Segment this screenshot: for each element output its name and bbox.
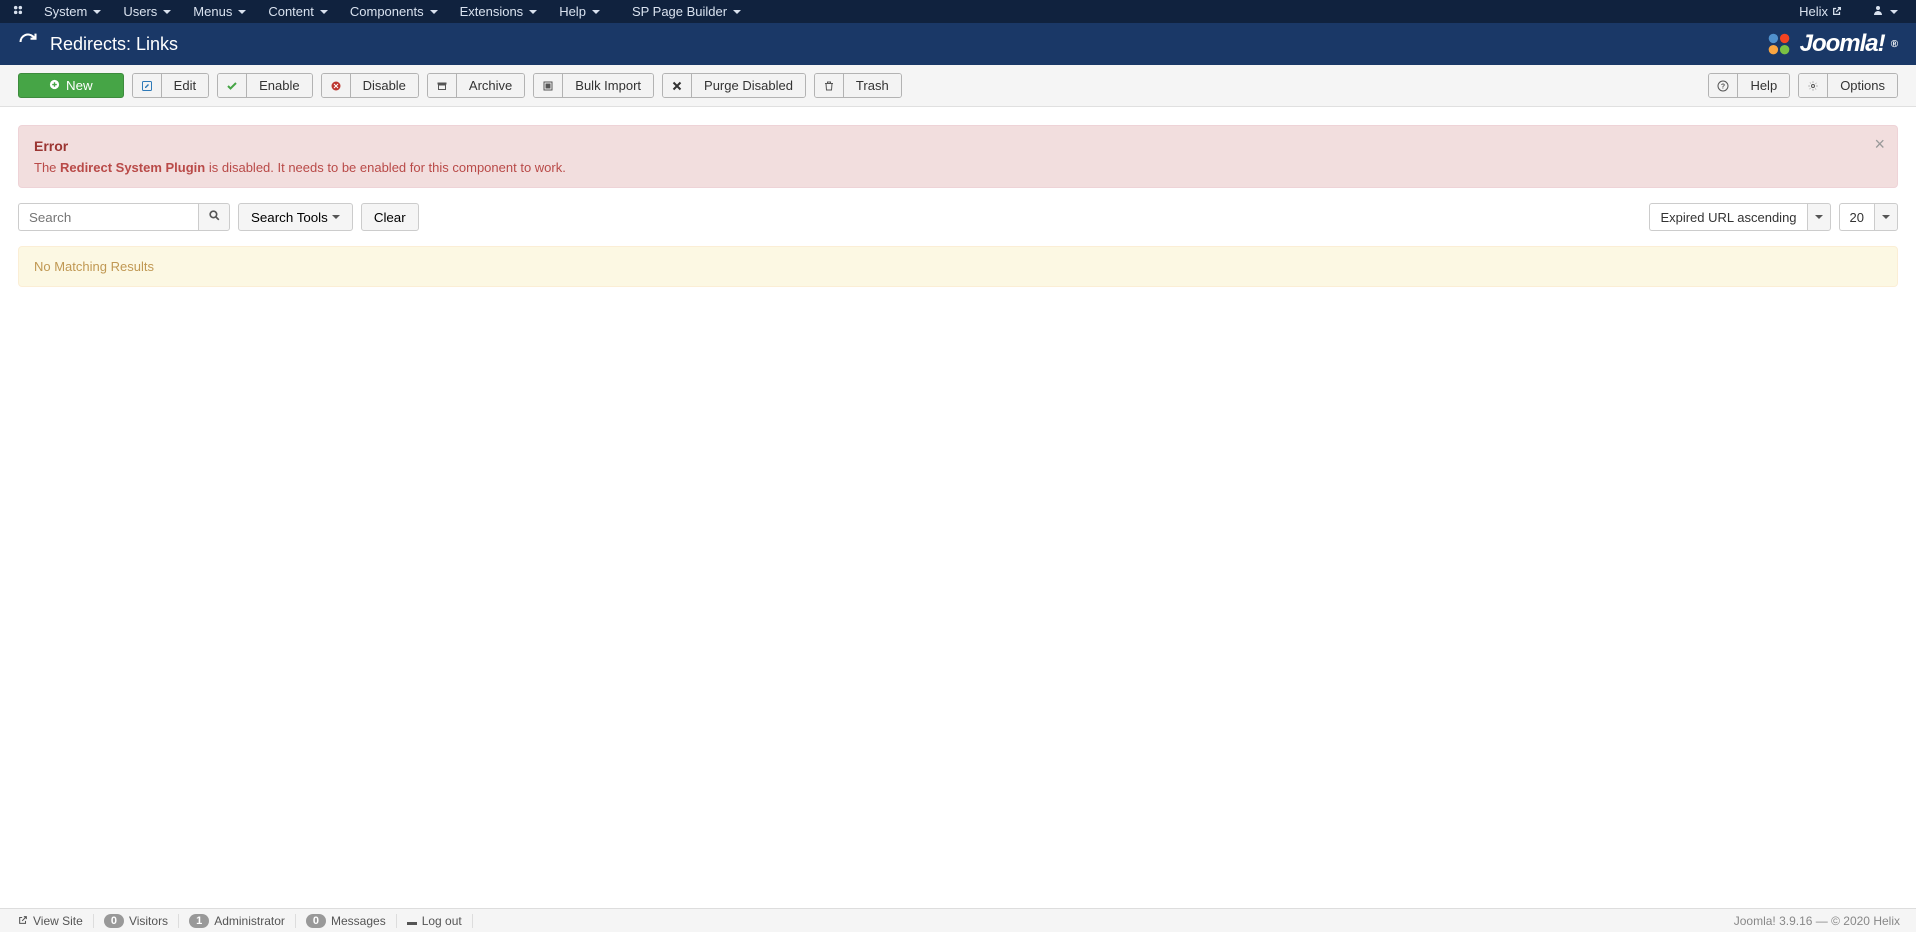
main-content: × Error The Redirect System Plugin is di… — [0, 107, 1916, 305]
messages-badge: 0 — [306, 914, 326, 928]
menu-menus[interactable]: Menus — [183, 1, 256, 22]
ban-icon — [322, 74, 351, 97]
enable-button[interactable]: Enable — [217, 73, 312, 98]
error-alert: × Error The Redirect System Plugin is di… — [18, 125, 1898, 188]
menu-users[interactable]: Users — [113, 1, 181, 22]
archive-icon — [428, 74, 457, 97]
site-link[interactable]: Helix — [1789, 1, 1852, 22]
logout-link[interactable]: Log out — [397, 914, 473, 928]
menu-components[interactable]: Components — [340, 1, 448, 22]
edit-button[interactable]: Edit — [132, 73, 209, 98]
menu-sp-page-builder[interactable]: SP Page Builder — [622, 1, 751, 22]
sort-select-caret[interactable] — [1807, 203, 1831, 231]
chevron-down-icon — [529, 10, 537, 14]
minus-icon — [407, 914, 417, 928]
search-input-group — [18, 203, 230, 231]
plus-icon — [49, 78, 60, 93]
search-icon — [208, 210, 221, 225]
menu-content[interactable]: Content — [258, 1, 338, 22]
chevron-down-icon — [1890, 10, 1898, 14]
trash-button[interactable]: Trash — [814, 73, 902, 98]
chevron-down-icon — [93, 10, 101, 14]
clear-button[interactable]: Clear — [361, 203, 419, 231]
gear-icon — [1799, 74, 1828, 97]
x-icon — [663, 74, 692, 97]
user-menu[interactable] — [1862, 1, 1908, 22]
registered-icon: ® — [1891, 39, 1898, 50]
chevron-down-icon — [592, 10, 600, 14]
no-results-text: No Matching Results — [34, 259, 154, 274]
close-alert-button[interactable]: × — [1874, 134, 1885, 155]
brand-text: Joomla! — [1800, 30, 1885, 58]
joomla-logo-icon — [1764, 29, 1794, 59]
chevron-down-icon — [1815, 215, 1823, 219]
user-icon — [1872, 4, 1884, 19]
menu-help[interactable]: Help — [549, 1, 610, 22]
error-heading: Error — [34, 138, 1882, 154]
chevron-down-icon — [430, 10, 438, 14]
chevron-down-icon — [238, 10, 246, 14]
new-button[interactable]: New — [18, 73, 124, 98]
edit-icon — [133, 74, 162, 97]
status-bar: View Site 0 Visitors 1 Administrator 0 M… — [0, 908, 1916, 932]
brand-logo[interactable]: Joomla! ® — [1764, 29, 1898, 59]
limit-select-value: 20 — [1839, 203, 1874, 231]
chevron-down-icon — [1882, 215, 1890, 219]
admin-status[interactable]: 1 Administrator — [179, 914, 296, 928]
check-icon — [218, 74, 247, 97]
limit-select-caret[interactable] — [1874, 203, 1898, 231]
joomla-icon[interactable] — [8, 3, 28, 20]
menu-system[interactable]: System — [34, 1, 111, 22]
no-results-alert: No Matching Results — [18, 246, 1898, 287]
search-submit-button[interactable] — [198, 203, 230, 231]
page-title: Redirects: Links — [50, 34, 1764, 55]
external-link-icon — [18, 914, 28, 928]
search-input[interactable] — [18, 203, 198, 231]
help-icon: ? — [1709, 74, 1738, 97]
menu-extensions[interactable]: Extensions — [450, 1, 548, 22]
trash-icon — [815, 74, 844, 97]
chevron-down-icon — [163, 10, 171, 14]
archive-button[interactable]: Archive — [427, 73, 525, 98]
action-toolbar: New Edit Enable Disable Archive Bulk Imp… — [0, 65, 1916, 107]
bulk-import-button[interactable]: Bulk Import — [533, 73, 654, 98]
version-info: Joomla! 3.9.16 — © 2020 Helix — [1726, 914, 1908, 928]
chevron-down-icon — [320, 10, 328, 14]
refresh-icon — [18, 32, 38, 57]
error-message: The Redirect System Plugin is disabled. … — [34, 160, 1882, 175]
purge-disabled-button[interactable]: Purge Disabled — [662, 73, 806, 98]
import-icon — [534, 74, 563, 97]
title-bar: Redirects: Links Joomla! ® — [0, 23, 1916, 65]
admin-badge: 1 — [189, 914, 209, 928]
svg-text:?: ? — [1721, 83, 1725, 90]
main-menu: System Users Menus Content Components Ex… — [34, 1, 1789, 22]
sort-select-value: Expired URL ascending — [1649, 203, 1806, 231]
search-tools-button[interactable]: Search Tools — [238, 203, 353, 231]
disable-button[interactable]: Disable — [321, 73, 419, 98]
sort-select[interactable]: Expired URL ascending — [1649, 203, 1830, 231]
options-button[interactable]: Options — [1798, 73, 1898, 98]
top-navigation: System Users Menus Content Components Ex… — [0, 0, 1916, 23]
chevron-down-icon — [733, 10, 741, 14]
help-button[interactable]: ? Help — [1708, 73, 1790, 98]
messages-status[interactable]: 0 Messages — [296, 914, 397, 928]
view-site-link[interactable]: View Site — [8, 914, 94, 928]
visitors-status[interactable]: 0 Visitors — [94, 914, 179, 928]
topnav-right: Helix — [1789, 1, 1908, 22]
visitors-badge: 0 — [104, 914, 124, 928]
search-bar: Search Tools Clear Expired URL ascending… — [18, 203, 1898, 231]
limit-select[interactable]: 20 — [1839, 203, 1898, 231]
external-link-icon — [1832, 4, 1842, 19]
chevron-down-icon — [332, 215, 340, 219]
